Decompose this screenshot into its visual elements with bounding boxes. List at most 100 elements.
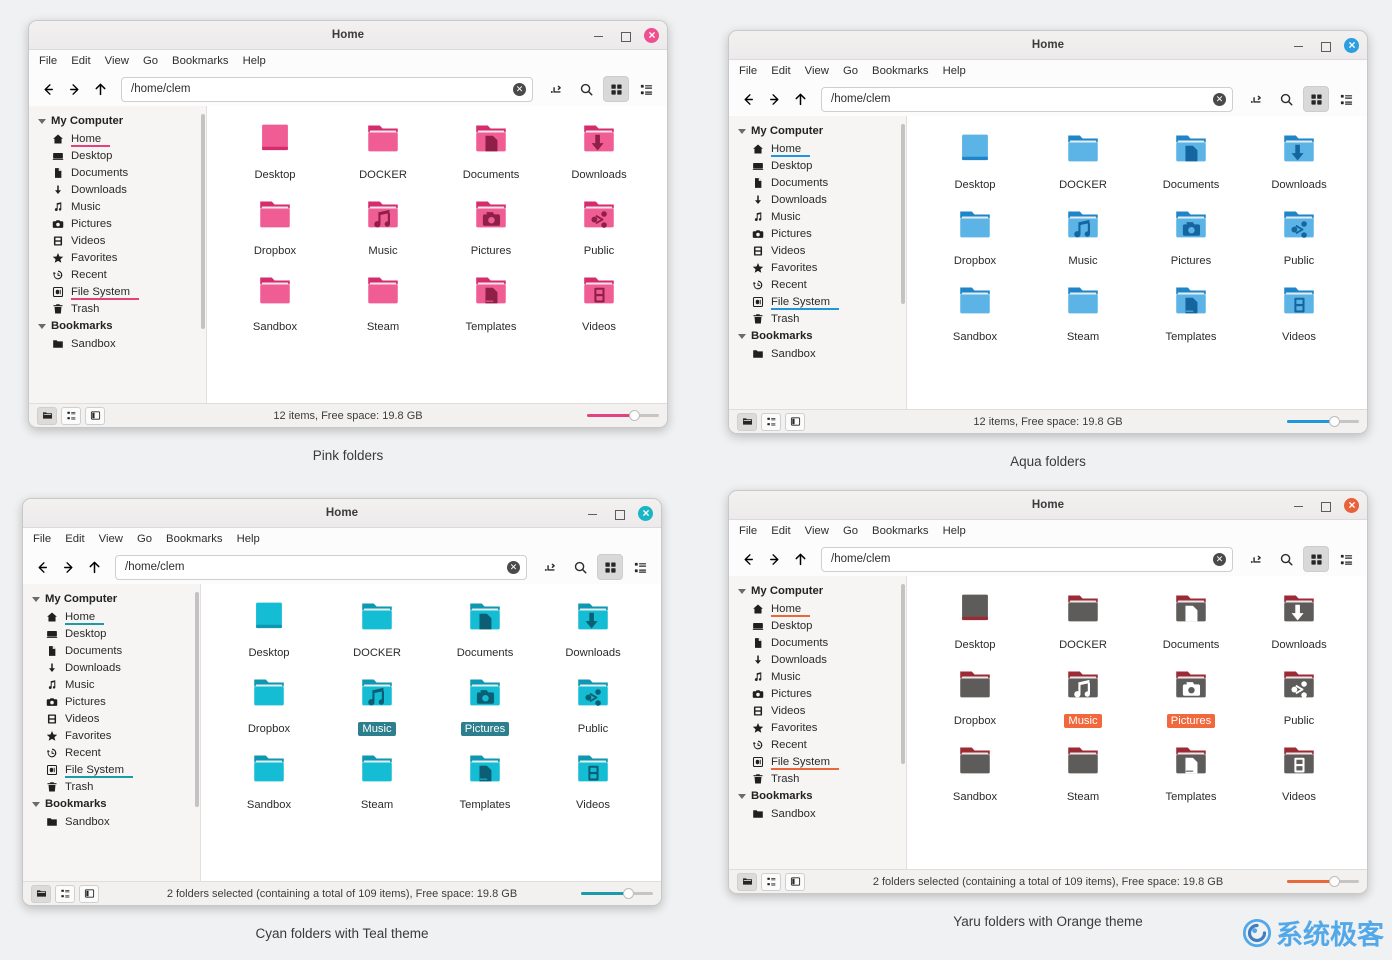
sidebar-section-my-computer[interactable]: My Computer [29,112,206,130]
file-item[interactable]: Pictures [1137,666,1245,728]
sidebar-item-file-system[interactable]: File System [729,753,906,770]
file-item[interactable]: DOCKER [1029,590,1137,652]
sidebar-item-music[interactable]: Music [729,668,906,685]
open-terminal-icon[interactable] [1243,86,1269,112]
up-button[interactable] [83,556,105,578]
file-item[interactable]: Sandbox [921,742,1029,804]
sidebar-item-downloads[interactable]: Downloads [29,181,206,198]
sidebar-item-videos[interactable]: Videos [29,232,206,249]
sidebar-item-documents[interactable]: Documents [729,174,906,191]
menu-edit[interactable]: Edit [65,533,84,545]
file-manager-window-pink[interactable]: Home File Edit View Go Bookmarks Help/home/cle… [28,20,668,428]
open-terminal-icon[interactable] [543,76,569,102]
file-item[interactable]: Pictures [1137,206,1245,268]
file-item[interactable]: Desktop [921,130,1029,192]
close-button[interactable] [644,27,659,43]
file-item[interactable]: Documents [1137,130,1245,192]
sidebar-toggle-icon[interactable] [785,412,805,431]
file-view[interactable]: Desktop DOCKER Documents Downloads Dropbox Mu… [207,106,667,403]
file-item[interactable]: Pictures [431,674,539,736]
file-view[interactable]: Desktop DOCKER Documents Downloads Dropbox Mu… [201,584,661,881]
sidebar-item-pictures[interactable]: Pictures [729,225,906,242]
back-button[interactable] [737,88,759,110]
sidebar-item-music[interactable]: Music [23,676,200,693]
menu-go[interactable]: Go [137,533,152,545]
back-button[interactable] [737,548,759,570]
sidebar-item-trash[interactable]: Trash [23,778,200,795]
close-button[interactable] [1344,37,1359,53]
slider-knob[interactable] [1329,416,1340,427]
file-item[interactable]: Downloads [1245,590,1353,652]
file-item[interactable]: Public [1245,666,1353,728]
sidebar-item-sandbox[interactable]: Sandbox [729,805,906,822]
sidebar-scrollbar[interactable] [901,124,905,304]
sidebar-item-recent[interactable]: Recent [729,276,906,293]
menu-go[interactable]: Go [843,65,858,77]
sidebar-item-recent[interactable]: Recent [29,266,206,283]
file-item[interactable]: Dropbox [921,206,1029,268]
file-item[interactable]: Documents [437,120,545,182]
file-item[interactable]: Pictures [437,196,545,258]
maximize-button[interactable] [618,29,631,42]
minimize-button[interactable] [586,507,599,520]
titlebar[interactable]: Home [23,499,661,528]
file-item[interactable]: DOCKER [323,598,431,660]
file-item[interactable]: Dropbox [921,666,1029,728]
up-button[interactable] [789,88,811,110]
menu-go[interactable]: Go [143,55,158,67]
sidebar-item-pictures[interactable]: Pictures [729,685,906,702]
sidebar-item-desktop[interactable]: Desktop [729,617,906,634]
sidebar-item-sandbox[interactable]: Sandbox [29,335,206,352]
sidebar-item-music[interactable]: Music [729,208,906,225]
file-item[interactable]: Steam [1029,282,1137,344]
file-item[interactable]: Templates [431,750,539,812]
sidebar-item-sandbox[interactable]: Sandbox [23,813,200,830]
sidebar-item-home[interactable]: Home [729,140,906,157]
sidebar-section-bookmarks[interactable]: Bookmarks [729,787,906,805]
sidebar-item-downloads[interactable]: Downloads [729,651,906,668]
maximize-button[interactable] [1318,499,1331,512]
sidebar-item-documents[interactable]: Documents [29,164,206,181]
titlebar[interactable]: Home [729,31,1367,60]
file-item[interactable]: Public [1245,206,1353,268]
file-item[interactable]: Downloads [539,598,647,660]
up-button[interactable] [789,548,811,570]
file-manager-window-cyan[interactable]: Home File Edit View Go Bookmarks Help/home/cle… [22,498,662,906]
sidebar-item-trash[interactable]: Trash [729,770,906,787]
menu-help[interactable]: Help [237,533,260,545]
sidebar-item-file-system[interactable]: File System [29,283,206,300]
zoom-slider[interactable] [587,410,659,422]
sidebar-toggle-icon[interactable] [85,406,105,425]
sidebar-section-bookmarks[interactable]: Bookmarks [729,327,906,345]
file-item[interactable]: Templates [1137,282,1245,344]
menu-edit[interactable]: Edit [71,55,90,67]
list-view-icon[interactable] [633,76,659,102]
file-item[interactable]: Music [323,674,431,736]
file-manager-window-yaru[interactable]: Home File Edit View Go Bookmarks Help/home/cle… [728,490,1368,894]
path-input[interactable]: /home/clem ✕ [821,86,1233,112]
file-item[interactable]: Steam [329,272,437,334]
zoom-slider[interactable] [1287,416,1359,428]
clear-icon[interactable]: ✕ [1213,552,1226,566]
sidebar-item-pictures[interactable]: Pictures [23,693,200,710]
sidebar-item-documents[interactable]: Documents [729,634,906,651]
file-item[interactable]: Dropbox [215,674,323,736]
list-view-icon[interactable] [1333,86,1359,112]
sidebar-section-my-computer[interactable]: My Computer [729,122,906,140]
slider-knob[interactable] [623,888,634,899]
sidebar-item-documents[interactable]: Documents [23,642,200,659]
open-terminal-icon[interactable] [1243,546,1269,572]
file-item[interactable]: Documents [1137,590,1245,652]
grid-view-icon[interactable] [1303,86,1329,112]
file-item[interactable]: Public [539,674,647,736]
file-view[interactable]: Desktop DOCKER Documents Downloads Dropbox Mu… [907,116,1367,409]
close-button[interactable] [638,505,653,521]
tree-view-icon[interactable] [55,884,75,903]
maximize-button[interactable] [612,507,625,520]
sidebar-item-videos[interactable]: Videos [23,710,200,727]
menu-file[interactable]: File [739,65,757,77]
search-icon[interactable] [1273,546,1299,572]
menu-edit[interactable]: Edit [771,65,790,77]
file-item[interactable]: Sandbox [221,272,329,334]
list-view-icon[interactable] [1333,546,1359,572]
